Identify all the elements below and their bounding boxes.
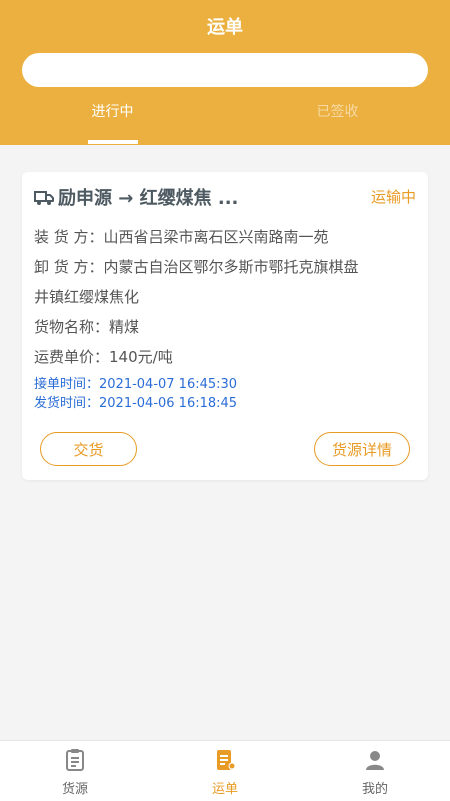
nav-item-source[interactable]: 货源 xyxy=(0,741,150,801)
nav-label-mine: 我的 xyxy=(361,782,388,797)
loading-value: 山西省吕梁市离石区兴南路南一苑 xyxy=(103,228,329,246)
deliver-button[interactable]: 交货 xyxy=(40,432,137,466)
goods-label: 货物名称： xyxy=(34,318,110,336)
price-row: 运费单价：140元/吨 xyxy=(34,346,416,367)
price-value: 140元/吨 xyxy=(109,348,173,366)
bottom-nav: 货源 运单 我的 xyxy=(0,740,450,801)
nav-label-source: 货源 xyxy=(61,782,88,797)
clipboard-icon xyxy=(66,749,84,771)
nav-item-waybill[interactable]: 运单 xyxy=(150,741,300,801)
tab-in-progress[interactable]: 进行中 xyxy=(0,100,225,145)
source-detail-button[interactable]: 货源详情 xyxy=(314,432,410,466)
waybill-icon xyxy=(217,750,236,770)
unloading-value-line1: 内蒙古自治区鄂尔多斯市鄂托克旗棋盘 xyxy=(103,258,359,276)
price-label: 运费单价： xyxy=(34,348,110,366)
goods-row: 货物名称：精煤 xyxy=(34,316,416,337)
nav-item-mine[interactable]: 我的 xyxy=(300,741,450,801)
unloading-value-line2: 井镇红缨煤焦化 xyxy=(34,288,140,306)
goods-value: 精煤 xyxy=(109,318,140,336)
truck-icon xyxy=(34,191,54,205)
loading-label: 装 货 方： xyxy=(34,228,104,246)
waybill-card[interactable]: 励申源 → 红缨煤焦 ... 运输中 装 货 方：山西省吕梁市离石区兴南路南一苑… xyxy=(22,172,428,480)
accept-time: 接单时间：2021-04-07 16:45:30 xyxy=(34,377,238,392)
unloading-row: 卸 货 方：内蒙古自治区鄂尔多斯市鄂托克旗棋盘 xyxy=(34,256,416,277)
loading-row: 装 货 方：山西省吕梁市离石区兴南路南一苑 xyxy=(34,226,416,247)
ship-time: 发货时间：2021-04-06 16:18:45 xyxy=(34,396,238,411)
unloading-continuation: 井镇红缨煤焦化 xyxy=(34,286,416,307)
active-tab-indicator xyxy=(88,140,138,144)
route-title: 励申源 → 红缨煤焦 ... xyxy=(58,188,239,209)
card-header: 励申源 → 红缨煤焦 ... 运输中 xyxy=(34,184,416,212)
tab-signed[interactable]: 已签收 xyxy=(225,100,450,145)
app-header: 运单 进行中 已签收 xyxy=(0,0,450,145)
search-input[interactable] xyxy=(22,53,428,87)
page-title: 运单 xyxy=(207,17,243,38)
unloading-label: 卸 货 方： xyxy=(34,258,104,276)
tab-bar: 进行中 已签收 xyxy=(0,100,450,145)
nav-label-waybill: 运单 xyxy=(211,782,238,797)
status-badge: 运输中 xyxy=(370,188,416,206)
user-icon xyxy=(366,751,384,770)
